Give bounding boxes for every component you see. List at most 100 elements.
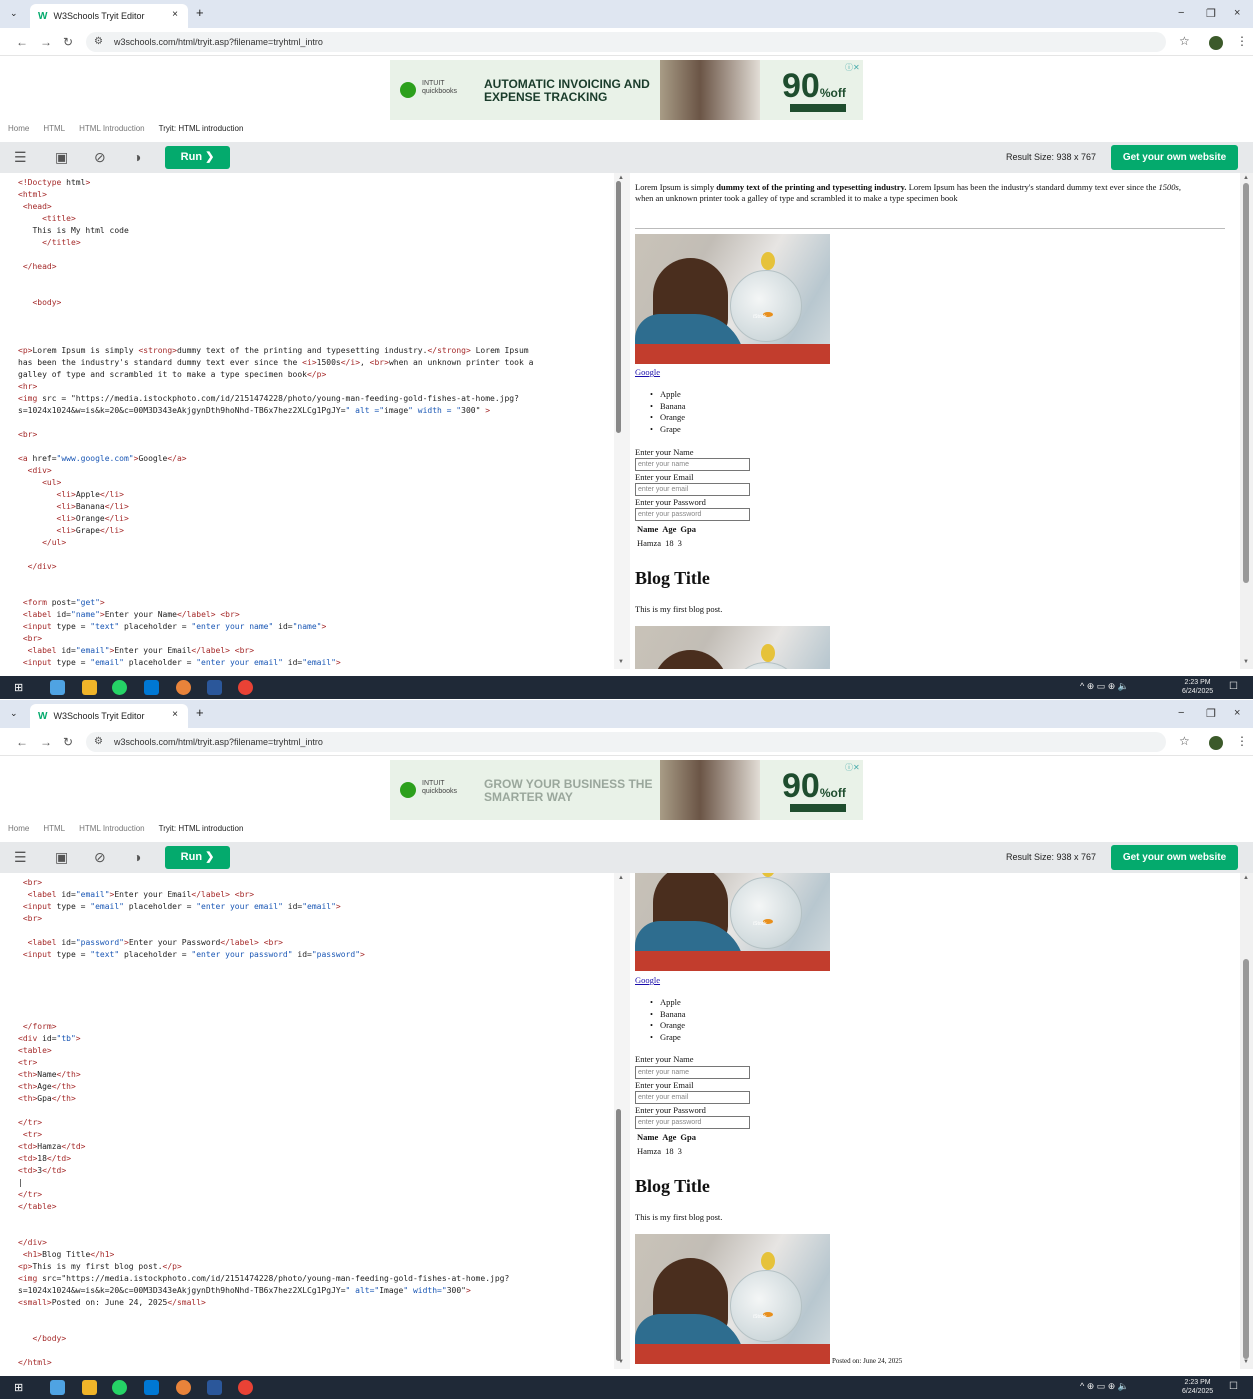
- code-line[interactable]: <ul>: [18, 477, 614, 489]
- code-editor[interactable]: <!Doctype html> <html> <head> <title> Thi…: [0, 173, 614, 669]
- code-line[interactable]: [18, 973, 614, 985]
- code-line[interactable]: <label id="email">Enter your Email</labe…: [18, 889, 614, 901]
- windows-start-icon[interactable]: ⊞: [14, 681, 23, 694]
- code-line[interactable]: <li>Grape</li>: [18, 525, 614, 537]
- code-line[interactable]: [18, 249, 614, 261]
- code-line[interactable]: [18, 1009, 614, 1021]
- breadcrumb-intro[interactable]: HTML Introduction: [79, 824, 145, 838]
- name-input[interactable]: enter your name: [635, 1066, 750, 1079]
- code-line[interactable]: [18, 961, 614, 973]
- code-line[interactable]: [18, 997, 614, 1009]
- code-line[interactable]: <th>Gpa</th>: [18, 1093, 614, 1105]
- minimize-button[interactable]: −: [1178, 7, 1184, 19]
- password-input[interactable]: enter your password: [635, 508, 750, 521]
- code-line[interactable]: <td>3</td>: [18, 1165, 614, 1177]
- code-line[interactable]: <li>Apple</li>: [18, 489, 614, 501]
- scroll-down-icon[interactable]: ▼: [618, 659, 624, 665]
- email-input[interactable]: enter your email: [635, 1091, 750, 1104]
- code-line[interactable]: s=1024x1024&w=is&k=20&c=00M3D343eAkjgynD…: [18, 405, 614, 417]
- browser-menu-icon[interactable]: ⋮: [1236, 34, 1248, 48]
- email-input[interactable]: enter your email: [635, 483, 750, 496]
- code-line[interactable]: [18, 1105, 614, 1117]
- run-button[interactable]: Run ❯: [165, 846, 230, 869]
- theme-icon[interactable]: ◑: [133, 849, 141, 865]
- code-line[interactable]: <br>: [18, 429, 614, 441]
- profile-avatar[interactable]: [1209, 736, 1223, 750]
- code-line[interactable]: [18, 321, 614, 333]
- code-line[interactable]: [18, 1309, 614, 1321]
- forward-icon[interactable]: →: [40, 35, 52, 49]
- scroll-up-icon[interactable]: ▲: [618, 875, 624, 881]
- code-line[interactable]: </table>: [18, 1201, 614, 1213]
- code-line[interactable]: [18, 573, 614, 585]
- advertisement[interactable]: INTUIT quickbooks GROW YOUR BUSINESS THE…: [390, 760, 863, 820]
- browser-tab[interactable]: W W3Schools Tryit Editor ×: [30, 704, 188, 728]
- scroll-up-icon[interactable]: ▲: [1243, 875, 1249, 881]
- code-line[interactable]: <input type = "email" placeholder = "ent…: [18, 657, 614, 669]
- edge-icon[interactable]: [50, 1380, 65, 1395]
- code-line[interactable]: </body>: [18, 1333, 614, 1345]
- code-line[interactable]: <!Doctype html>: [18, 177, 614, 189]
- new-tab-button[interactable]: +: [196, 5, 204, 20]
- result-scrollbar[interactable]: ▲ ▼: [1240, 173, 1253, 669]
- code-line[interactable]: [18, 417, 614, 429]
- get-website-button[interactable]: Get your own website: [1111, 845, 1238, 870]
- restore-button[interactable]: ❐: [1206, 707, 1216, 720]
- breadcrumb-home[interactable]: Home: [8, 824, 29, 838]
- code-line[interactable]: <img src="https://media.istockphoto.com/…: [18, 1273, 614, 1285]
- code-line[interactable]: <br>: [18, 633, 614, 645]
- menu-icon[interactable]: ☰: [14, 849, 27, 866]
- forward-icon[interactable]: →: [40, 735, 52, 749]
- whatsapp-icon[interactable]: [112, 1380, 127, 1395]
- code-line[interactable]: </head>: [18, 261, 614, 273]
- code-line[interactable]: [18, 1213, 614, 1225]
- scroll-up-icon[interactable]: ▲: [1243, 175, 1249, 181]
- google-link[interactable]: Google: [635, 975, 660, 985]
- advertisement[interactable]: INTUIT quickbooks AUTOMATIC INVOICING AN…: [390, 60, 863, 120]
- browser-tab[interactable]: W W3Schools Tryit Editor ×: [30, 4, 188, 28]
- get-website-button[interactable]: Get your own website: [1111, 145, 1238, 170]
- file-explorer-icon[interactable]: [82, 680, 97, 695]
- whatsapp-icon[interactable]: [112, 680, 127, 695]
- browser-menu-icon[interactable]: ⋮: [1236, 734, 1248, 748]
- code-line[interactable]: </div>: [18, 561, 614, 573]
- scroll-down-icon[interactable]: ▼: [618, 1359, 624, 1365]
- code-line[interactable]: This is My html code: [18, 225, 614, 237]
- code-line[interactable]: </html>: [18, 1357, 614, 1369]
- system-tray[interactable]: ^ ⊕ ▭ ⊕ 🔈: [1080, 1381, 1129, 1392]
- scroll-thumb[interactable]: [616, 1109, 621, 1361]
- profile-avatar[interactable]: [1209, 36, 1223, 50]
- scroll-thumb[interactable]: [616, 181, 621, 433]
- bookmark-star-icon[interactable]: ☆: [1179, 734, 1190, 748]
- breadcrumb-home[interactable]: Home: [8, 124, 29, 138]
- code-line[interactable]: <div>: [18, 465, 614, 477]
- code-line[interactable]: [18, 985, 614, 997]
- code-line[interactable]: <hr>: [18, 381, 614, 393]
- code-line[interactable]: <input type = "text" placeholder = "ente…: [18, 949, 614, 961]
- file-explorer-icon[interactable]: [82, 1380, 97, 1395]
- chrome-icon[interactable]: [238, 1380, 253, 1395]
- breadcrumb-html[interactable]: HTML: [43, 824, 65, 838]
- code-line[interactable]: <label id="password">Enter your Password…: [18, 937, 614, 949]
- code-line[interactable]: [18, 549, 614, 561]
- code-line[interactable]: [18, 1345, 614, 1357]
- code-line[interactable]: <td>Hamza</td>: [18, 1141, 614, 1153]
- address-bar[interactable]: ⚙ w3schools.com/html/tryit.asp?filename=…: [86, 732, 1166, 752]
- code-line[interactable]: |: [18, 1177, 614, 1189]
- code-line[interactable]: </div>: [18, 1237, 614, 1249]
- restore-button[interactable]: ❐: [1206, 7, 1216, 20]
- notifications-icon[interactable]: ☐: [1229, 681, 1238, 692]
- code-line[interactable]: galley of type and scrambled it to make …: [18, 369, 614, 381]
- code-line[interactable]: <td>18</td>: [18, 1153, 614, 1165]
- code-line[interactable]: <title>: [18, 213, 614, 225]
- notifications-icon[interactable]: ☐: [1229, 1381, 1238, 1392]
- result-scrollbar[interactable]: ▲ ▼: [1240, 873, 1253, 1369]
- code-line[interactable]: <li>Orange</li>: [18, 513, 614, 525]
- code-line[interactable]: <head>: [18, 201, 614, 213]
- ad-info-icon[interactable]: ⓘ✕: [845, 762, 860, 773]
- code-line[interactable]: </form>: [18, 1021, 614, 1033]
- vscode-icon[interactable]: [144, 680, 159, 695]
- code-line[interactable]: [18, 285, 614, 297]
- tab-search-icon[interactable]: ⌄: [10, 8, 18, 19]
- tab-close-icon[interactable]: ×: [172, 9, 178, 20]
